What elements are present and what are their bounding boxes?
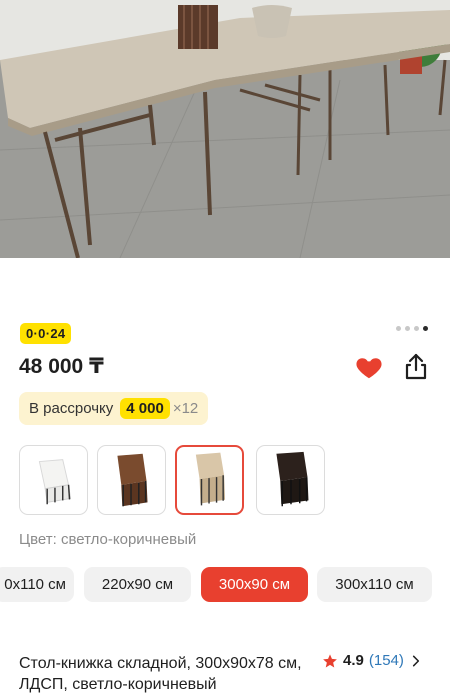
gallery-dot-active[interactable]: [423, 326, 428, 331]
size-option-220x90[interactable]: 220x90 см: [84, 567, 191, 602]
gallery-dot[interactable]: [405, 326, 410, 331]
rating-link[interactable]: 4.9 (154): [322, 652, 423, 669]
size-option-label: 220x90 см: [101, 576, 174, 593]
favorite-button[interactable]: [354, 352, 384, 382]
color-option-white[interactable]: [19, 445, 88, 515]
gallery-dot[interactable]: [414, 326, 419, 331]
size-option-300x110[interactable]: 300x110 см: [317, 567, 432, 602]
color-dark-brown-thumbnail: [276, 451, 309, 507]
size-option-label: 300x90 см: [218, 576, 291, 593]
color-white-thumbnail: [38, 459, 72, 505]
color-option-dark-brown[interactable]: [256, 445, 325, 515]
gallery-dots: [396, 326, 428, 331]
selected-color-label: Цвет: светло-коричневый: [19, 531, 197, 548]
gallery-dot[interactable]: [396, 326, 401, 331]
size-option-label: 0x110 см: [4, 576, 66, 593]
installment-label: В рассрочку: [29, 400, 114, 417]
installment-amount: 4 000: [120, 398, 170, 419]
star-icon: [323, 653, 337, 667]
size-option-label: 300x110 см: [335, 576, 414, 593]
color-light-brown-thumbnail: [195, 452, 226, 506]
color-option-light-brown[interactable]: [175, 445, 244, 515]
product-photo-image: [0, 0, 450, 258]
product-photo[interactable]: [0, 0, 450, 258]
rating-count: (154): [368, 652, 404, 669]
color-option-brown-wood[interactable]: [97, 445, 166, 515]
size-option-0x110[interactable]: 0x110 см: [0, 567, 74, 602]
installment-badge: 0·0·24: [20, 323, 72, 344]
size-option-300x90[interactable]: 300x90 см: [201, 567, 308, 602]
share-icon: [405, 353, 427, 380]
product-title: Стол-книжка складной, 300x90x78 см, ЛДСП…: [19, 655, 302, 693]
chevron-right-icon: [412, 655, 419, 666]
product-price: 48 000 ₸: [19, 355, 104, 378]
heart-icon: [356, 358, 382, 379]
rating-score: 4.9: [343, 652, 364, 669]
installment-button[interactable]: В рассрочку 4 000 ×12: [19, 392, 209, 425]
installment-multiplier: ×12: [172, 400, 199, 417]
color-brown-wood-thumbnail: [117, 453, 148, 507]
share-button[interactable]: [400, 350, 432, 382]
